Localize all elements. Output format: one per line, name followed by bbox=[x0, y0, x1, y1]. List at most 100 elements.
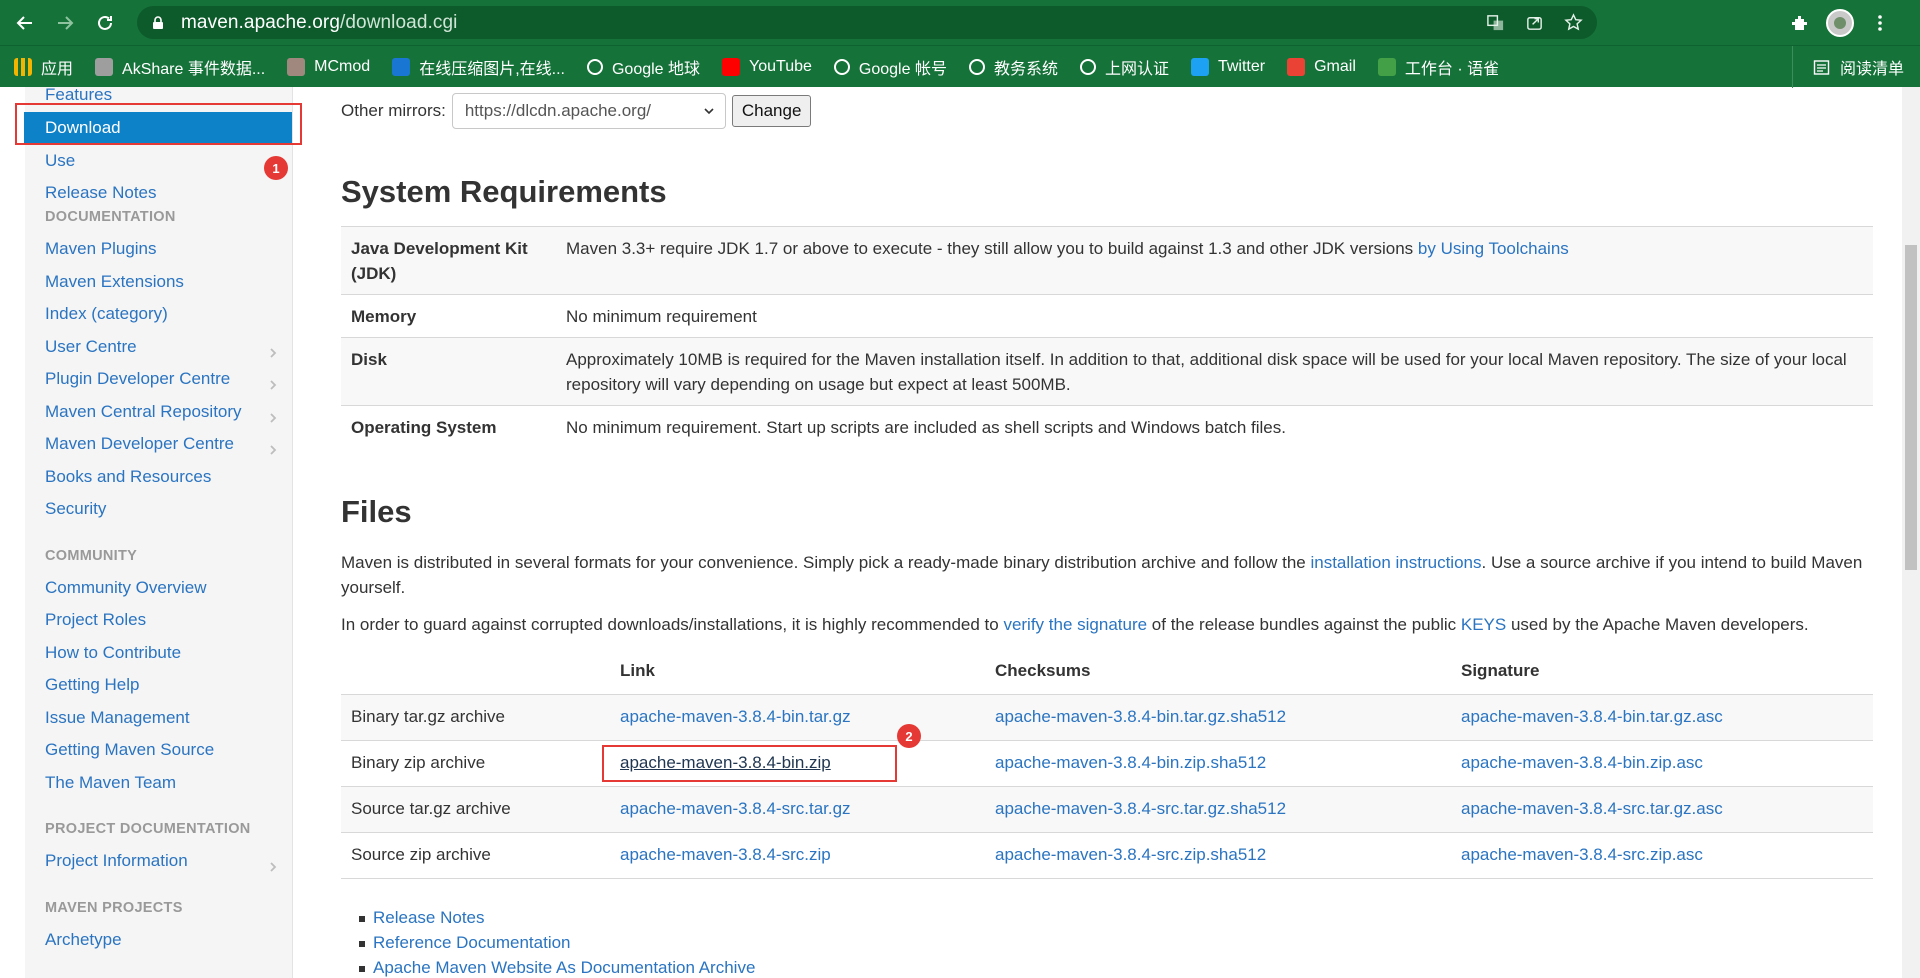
sidebar-item-project-information[interactable]: Project Information bbox=[45, 851, 188, 871]
table-row: Binary zip archive apache-maven-3.8.4-bin… bbox=[341, 740, 1873, 787]
chevron-right-icon[interactable] bbox=[268, 375, 278, 390]
bookmark-item[interactable]: 应用 bbox=[0, 46, 81, 88]
requirement-key: Java Development Kit (JDK) bbox=[341, 226, 556, 295]
checksum-link[interactable]: apache-maven-3.8.4-bin.zip.sha512 bbox=[995, 753, 1266, 772]
signature-link[interactable]: apache-maven-3.8.4-bin.zip.asc bbox=[1461, 753, 1703, 772]
installation-instructions-link[interactable]: installation instructions bbox=[1310, 553, 1481, 572]
checksum-link[interactable]: apache-maven-3.8.4-src.tar.gz.sha512 bbox=[995, 799, 1286, 818]
table-row: Binary tar.gz archive apache-maven-3.8.4-… bbox=[341, 694, 1873, 741]
reading-list-button[interactable]: 阅读清单 bbox=[1791, 46, 1904, 88]
bookmark-item[interactable]: 上网认证 bbox=[1066, 46, 1177, 88]
signature-cell: apache-maven-3.8.4-bin.zip.asc bbox=[1451, 740, 1873, 787]
sidebar-item-getting-maven-source[interactable]: Getting Maven Source bbox=[45, 740, 214, 760]
sidebar-item-user-centre[interactable]: User Centre bbox=[45, 337, 137, 357]
section-heading-system-requirements: System Requirements bbox=[341, 174, 667, 209]
requirement-key: Operating System bbox=[341, 405, 556, 448]
bookmark-item[interactable]: AkShare 事件数据... bbox=[81, 46, 273, 88]
gmail-icon bbox=[1287, 57, 1306, 76]
checksum-cell: apache-maven-3.8.4-bin.tar.gz.sha512 bbox=[985, 694, 1451, 741]
chevron-right-icon[interactable] bbox=[268, 408, 278, 423]
download-link[interactable]: apache-maven-3.8.4-bin.tar.gz bbox=[620, 707, 851, 726]
reading-list-icon bbox=[1813, 59, 1830, 75]
sidebar-item-the-maven-team[interactable]: The Maven Team bbox=[45, 773, 176, 793]
page-viewport: Features Download Use Release Notes DOCU… bbox=[0, 87, 1920, 978]
page-scrollbar[interactable] bbox=[1902, 87, 1920, 978]
more-vertical-icon[interactable] bbox=[1870, 13, 1890, 33]
bookmark-item[interactable]: YouTube bbox=[708, 46, 820, 88]
archive-type: Source tar.gz archive bbox=[341, 786, 610, 833]
sidebar-item-security[interactable]: Security bbox=[45, 499, 106, 519]
sidebar-item-maven-central-repository[interactable]: Maven Central Repository bbox=[45, 402, 242, 422]
sidebar-item-getting-help[interactable]: Getting Help bbox=[45, 675, 140, 695]
requirement-value: No minimum requirement bbox=[556, 294, 1873, 338]
reload-icon[interactable] bbox=[90, 8, 120, 38]
bookmark-item[interactable]: 教务系统 bbox=[955, 46, 1066, 88]
profile-avatar[interactable] bbox=[1826, 8, 1854, 37]
signature-link[interactable]: apache-maven-3.8.4-src.zip.asc bbox=[1461, 845, 1703, 864]
chevron-right-icon[interactable] bbox=[268, 857, 278, 872]
chevron-down-icon bbox=[704, 108, 714, 115]
verify-signature-link[interactable]: verify the signature bbox=[1003, 615, 1147, 634]
bookmark-item[interactable]: Twitter bbox=[1177, 46, 1273, 88]
toolchains-link[interactable]: by Using Toolchains bbox=[1418, 239, 1569, 258]
sidebar-item-plugin-developer-centre[interactable]: Plugin Developer Centre bbox=[45, 369, 230, 389]
sidebar-item-release-notes[interactable]: Release Notes bbox=[45, 183, 157, 203]
mirror-select[interactable]: https://dlcdn.apache.org/ bbox=[451, 93, 726, 129]
bookmark-item[interactable]: MCmod bbox=[273, 46, 378, 88]
download-link[interactable]: apache-maven-3.8.4-src.zip bbox=[620, 845, 831, 864]
signature-link[interactable]: apache-maven-3.8.4-bin.tar.gz.asc bbox=[1461, 707, 1723, 726]
bookmark-label: Gmail bbox=[1314, 57, 1356, 75]
table-row: Memory No minimum requirement bbox=[341, 294, 1873, 338]
sidebar-item-index-category[interactable]: Index (category) bbox=[45, 304, 168, 324]
requirement-key: Disk bbox=[341, 337, 556, 406]
scrollbar-thumb[interactable] bbox=[1905, 245, 1917, 570]
sidebar-item-maven-plugins[interactable]: Maven Plugins bbox=[45, 239, 157, 259]
back-arrow-icon[interactable] bbox=[10, 8, 40, 38]
checksum-link[interactable]: apache-maven-3.8.4-bin.tar.gz.sha512 bbox=[995, 707, 1286, 726]
yuque-icon bbox=[1377, 57, 1396, 76]
bookmark-item[interactable]: 工作台 · 语雀 bbox=[1364, 46, 1507, 88]
translate-icon[interactable] bbox=[1486, 13, 1505, 32]
list-item-link[interactable]: Reference Documentation bbox=[358, 930, 755, 955]
column-header: Link bbox=[610, 648, 985, 695]
chevron-right-icon[interactable] bbox=[268, 343, 278, 358]
signature-guard-paragraph: In order to guard against corrupted down… bbox=[341, 615, 1809, 634]
table-row: Disk Approximately 10MB is required for t… bbox=[341, 337, 1873, 406]
bookmarks-bar: 应用 AkShare 事件数据... MCmod 在线压缩图片,在线... Google… bbox=[0, 45, 1920, 88]
globe-icon bbox=[1079, 58, 1096, 75]
signature-cell: apache-maven-3.8.4-src.tar.gz.asc bbox=[1451, 786, 1873, 833]
bookmark-item[interactable]: Gmail bbox=[1273, 46, 1364, 88]
bookmark-label: 工作台 · 语雀 bbox=[1404, 60, 1500, 78]
globe-icon bbox=[968, 58, 985, 75]
sidebar-section-header: MAVEN PROJECTS bbox=[45, 899, 183, 916]
chevron-right-icon[interactable] bbox=[268, 440, 278, 455]
archive-type: Binary tar.gz archive bbox=[341, 694, 610, 741]
sidebar-item-books-and-resources[interactable]: Books and Resources bbox=[45, 467, 211, 487]
bookmark-item[interactable]: 在线压缩图片,在线... bbox=[378, 46, 573, 88]
star-icon[interactable] bbox=[1564, 13, 1583, 32]
sidebar-item-archetype[interactable]: Archetype bbox=[45, 930, 122, 950]
change-mirror-button[interactable]: Change bbox=[731, 95, 812, 127]
sidebar-item-issue-management[interactable]: Issue Management bbox=[45, 708, 190, 728]
download-link[interactable]: apache-maven-3.8.4-src.tar.gz bbox=[620, 799, 851, 818]
bookmark-label: YouTube bbox=[749, 57, 812, 75]
bookmark-item[interactable]: Google 地球 bbox=[573, 46, 708, 88]
forward-arrow-icon[interactable] bbox=[50, 8, 80, 38]
signature-link[interactable]: apache-maven-3.8.4-src.tar.gz.asc bbox=[1461, 799, 1723, 818]
bookmark-label: 上网认证 bbox=[1104, 60, 1169, 78]
list-item-link[interactable]: Apache Maven Website As Documentation Ar… bbox=[358, 955, 755, 978]
sidebar-item-how-to-contribute[interactable]: How to Contribute bbox=[45, 643, 181, 663]
bookmark-item[interactable]: Google 帐号 bbox=[820, 46, 955, 88]
column-header bbox=[341, 648, 610, 695]
address-bar[interactable]: maven.apache.org/download.cgi bbox=[137, 6, 1597, 39]
sidebar-item-project-roles[interactable]: Project Roles bbox=[45, 610, 146, 630]
share-icon[interactable] bbox=[1525, 13, 1544, 32]
keys-link[interactable]: KEYS bbox=[1461, 615, 1506, 634]
extensions-puzzle-icon[interactable] bbox=[1790, 13, 1810, 33]
list-item-link[interactable]: Release Notes bbox=[358, 905, 755, 930]
sidebar-item-use[interactable]: Use bbox=[45, 151, 75, 171]
sidebar-item-maven-developer-centre[interactable]: Maven Developer Centre bbox=[45, 434, 234, 454]
sidebar-item-community-overview[interactable]: Community Overview bbox=[45, 578, 207, 598]
sidebar-item-maven-extensions[interactable]: Maven Extensions bbox=[45, 272, 184, 292]
checksum-link[interactable]: apache-maven-3.8.4-src.zip.sha512 bbox=[995, 845, 1266, 864]
